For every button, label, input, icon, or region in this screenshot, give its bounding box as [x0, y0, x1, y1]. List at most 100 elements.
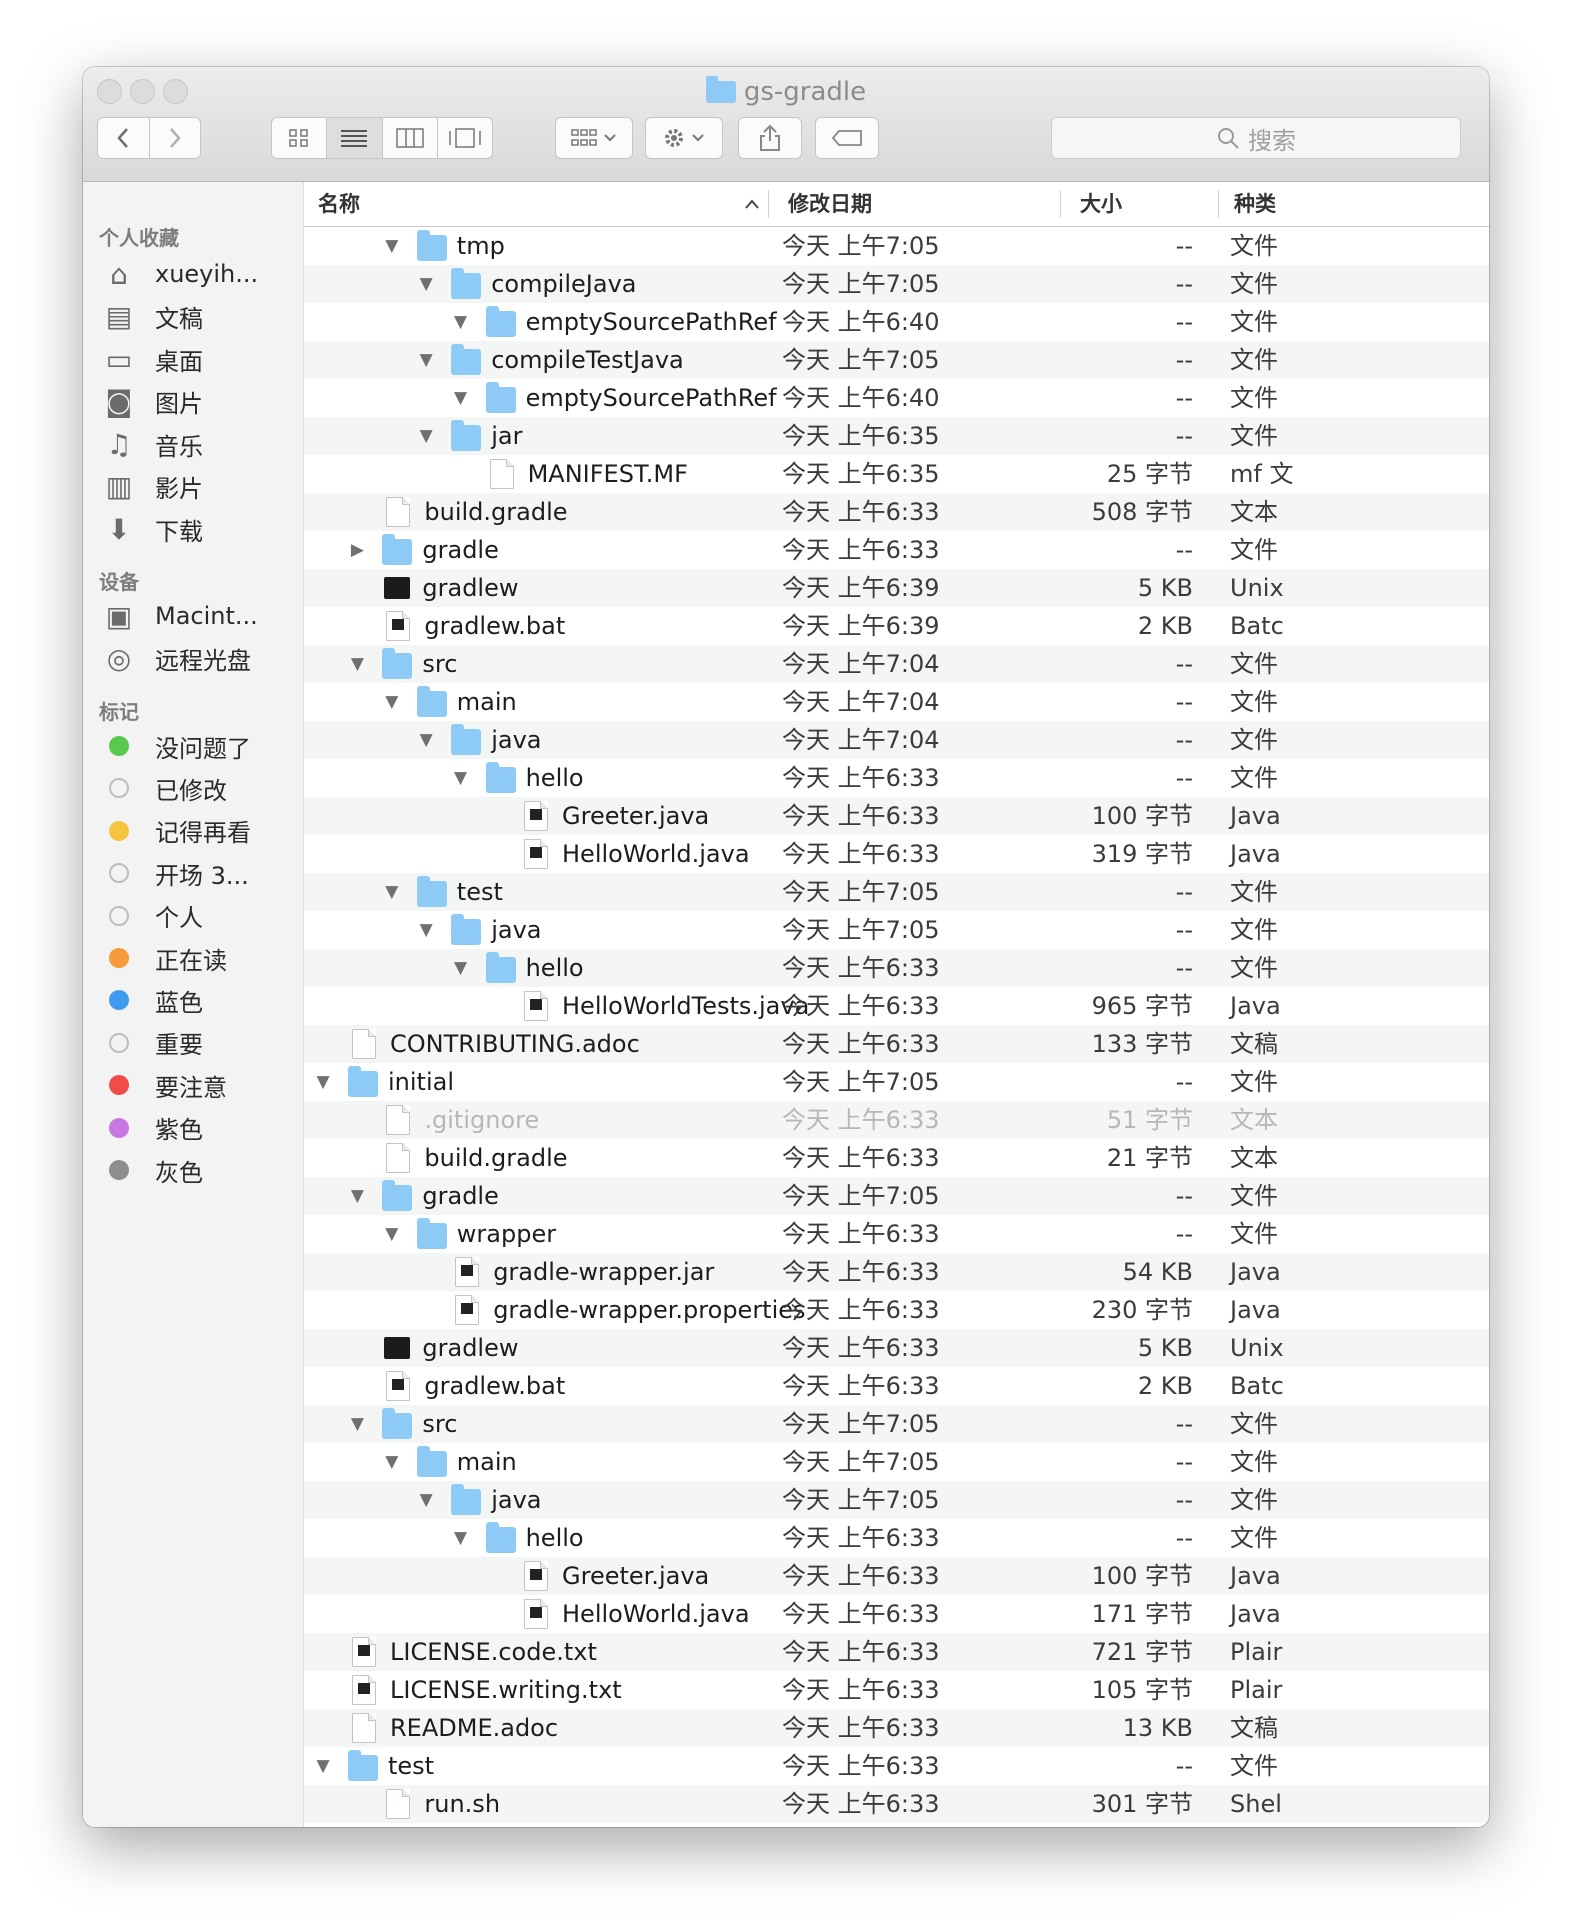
table-row[interactable]: ▼ test 今天 上午7:05 -- 文件 [304, 873, 1489, 911]
column-view-button[interactable] [383, 118, 438, 158]
sidebar-tag[interactable]: 要注意 [99, 1065, 227, 1105]
disclosure-open-icon[interactable]: ▼ [346, 1405, 368, 1443]
table-row[interactable]: ▼ hello 今天 上午6:33 -- 文件 [304, 949, 1489, 987]
disclosure-open-icon[interactable]: ▼ [312, 1747, 334, 1785]
disclosure-open-icon[interactable]: ▼ [312, 1063, 334, 1101]
gallery-view-button[interactable] [438, 118, 492, 158]
sidebar-tag[interactable]: 重要 [99, 1023, 203, 1063]
table-row[interactable]: ▼ emptySourcePathRef 今天 上午6:40 -- 文件 [304, 303, 1489, 341]
disclosure-open-icon[interactable]: ▼ [415, 341, 437, 379]
sidebar-item[interactable]: ⬇ 下载 [99, 509, 203, 549]
forward-button[interactable] [150, 118, 201, 158]
sidebar-tag[interactable]: 正在读 [99, 938, 227, 978]
disclosure-open-icon[interactable]: ▼ [415, 417, 437, 455]
table-row[interactable]: MANIFEST.MF 今天 上午6:35 25 字节 mf 文 [304, 455, 1489, 493]
table-row[interactable]: ▼ src 今天 上午7:05 -- 文件 [304, 1405, 1489, 1443]
table-row[interactable]: Greeter.java 今天 上午6:33 100 字节 Java [304, 1557, 1489, 1595]
action-button[interactable] [645, 117, 723, 159]
table-row[interactable]: gradlew 今天 上午6:33 5 KB Unix [304, 1329, 1489, 1367]
sidebar-tag[interactable]: 开场 3... [99, 853, 249, 893]
table-row[interactable]: ▼ compileTestJava 今天 上午7:05 -- 文件 [304, 341, 1489, 379]
disclosure-open-icon[interactable]: ▼ [450, 379, 472, 417]
disclosure-closed-icon[interactable]: ▶ [346, 531, 368, 569]
table-row[interactable]: run.sh 今天 上午6:33 301 字节 Shel [304, 1785, 1489, 1823]
table-row[interactable]: LICENSE.writing.txt 今天 上午6:33 105 字节 Plair [304, 1671, 1489, 1709]
table-row[interactable]: ▼ java 今天 上午7:05 -- 文件 [304, 911, 1489, 949]
tag-button[interactable] [815, 117, 879, 159]
table-row[interactable]: build.gradle 今天 上午6:33 21 字节 文本 [304, 1139, 1489, 1177]
column-name-header[interactable]: 名称 [318, 182, 360, 226]
table-row[interactable]: LICENSE.code.txt 今天 上午6:33 721 字节 Plair [304, 1633, 1489, 1671]
table-row[interactable]: HelloWorld.java 今天 上午6:33 171 字节 Java [304, 1595, 1489, 1633]
sidebar-item[interactable]: ♫ 音乐 [99, 424, 203, 464]
table-row[interactable]: ▼ initial 今天 上午7:05 -- 文件 [304, 1063, 1489, 1101]
disclosure-open-icon[interactable]: ▼ [415, 911, 437, 949]
column-kind-header[interactable]: 种类 [1234, 182, 1276, 226]
table-row[interactable]: gradlew.bat 今天 上午6:39 2 KB Batc [304, 607, 1489, 645]
table-row[interactable]: gradlew.bat 今天 上午6:33 2 KB Batc [304, 1367, 1489, 1405]
table-row[interactable]: ▼ tmp 今天 上午7:05 -- 文件 [304, 227, 1489, 265]
table-row[interactable]: README.adoc 今天 上午6:33 13 KB 文稿 [304, 1709, 1489, 1747]
back-button[interactable] [98, 118, 150, 158]
table-row[interactable]: gradle-wrapper.jar 今天 上午6:33 54 KB Java [304, 1253, 1489, 1291]
disclosure-open-icon[interactable]: ▼ [450, 1519, 472, 1557]
table-row[interactable]: ▼ wrapper 今天 上午6:33 -- 文件 [304, 1215, 1489, 1253]
table-row[interactable]: ▼ src 今天 上午7:04 -- 文件 [304, 645, 1489, 683]
sidebar-item[interactable]: ▣ Macint... [99, 596, 258, 636]
table-row[interactable]: ▼ java 今天 上午7:05 -- 文件 [304, 1481, 1489, 1519]
sidebar-tag[interactable]: 紫色 [99, 1108, 203, 1148]
disclosure-open-icon[interactable]: ▼ [346, 645, 368, 683]
table-row[interactable]: HelloWorldTests.java 今天 上午6:33 965 字节 Java [304, 987, 1489, 1025]
table-row[interactable]: .gitignore 今天 上午6:33 51 字节 文本 [304, 1101, 1489, 1139]
disclosure-open-icon[interactable]: ▼ [381, 1215, 403, 1253]
disclosure-open-icon[interactable]: ▼ [450, 303, 472, 341]
table-row[interactable]: ▼ emptySourcePathRef 今天 上午6:40 -- 文件 [304, 379, 1489, 417]
sidebar-item[interactable]: ◎ 远程光盘 [99, 639, 251, 679]
column-date-header[interactable]: 修改日期 [788, 182, 872, 226]
table-row[interactable]: gradle-wrapper.properties 今天 上午6:33 230 字节… [304, 1291, 1489, 1329]
sidebar-tag[interactable]: 记得再看 [99, 811, 251, 851]
disclosure-open-icon[interactable]: ▼ [381, 683, 403, 721]
table-row[interactable]: ▶ gradle 今天 上午6:33 -- 文件 [304, 531, 1489, 569]
table-row[interactable]: ▼ gradle 今天 上午7:05 -- 文件 [304, 1177, 1489, 1215]
search-field[interactable]: 搜索 [1051, 117, 1461, 159]
sidebar-item[interactable]: ▥ 影片 [99, 467, 203, 507]
disclosure-open-icon[interactable]: ▼ [381, 1443, 403, 1481]
sidebar-item[interactable]: ⌂ xueyih... [99, 254, 258, 294]
sidebar-tag[interactable]: 蓝色 [99, 980, 203, 1020]
sidebar-tag[interactable]: 已修改 [99, 768, 227, 808]
list-view-button[interactable] [327, 118, 383, 158]
disclosure-open-icon[interactable]: ▼ [381, 227, 403, 265]
sidebar-item[interactable]: ▭ 桌面 [99, 339, 203, 379]
table-row[interactable]: ▼ main 今天 上午7:04 -- 文件 [304, 683, 1489, 721]
sidebar-tag[interactable]: 灰色 [99, 1150, 203, 1190]
table-row[interactable]: HelloWorld.java 今天 上午6:33 319 字节 Java [304, 835, 1489, 873]
table-row[interactable]: Greeter.java 今天 上午6:33 100 字节 Java [304, 797, 1489, 835]
table-row[interactable]: ▼ hello 今天 上午6:33 -- 文件 [304, 759, 1489, 797]
sidebar-item[interactable]: ▤ 文稿 [99, 297, 203, 337]
sidebar-tag[interactable]: 个人 [99, 896, 203, 936]
disclosure-open-icon[interactable]: ▼ [450, 949, 472, 987]
table-row[interactable]: CONTRIBUTING.adoc 今天 上午6:33 133 字节 文稿 [304, 1025, 1489, 1063]
disclosure-open-icon[interactable]: ▼ [415, 721, 437, 759]
column-size-header[interactable]: 大小 [1080, 182, 1122, 226]
table-row[interactable]: gradlew 今天 上午6:39 5 KB Unix [304, 569, 1489, 607]
group-button[interactable] [555, 117, 633, 159]
table-row[interactable]: ▼ hello 今天 上午6:33 -- 文件 [304, 1519, 1489, 1557]
share-button[interactable] [738, 117, 802, 159]
disclosure-open-icon[interactable]: ▼ [415, 265, 437, 303]
disclosure-open-icon[interactable]: ▼ [346, 1177, 368, 1215]
disclosure-open-icon[interactable]: ▼ [415, 1481, 437, 1519]
table-row[interactable]: ▼ compileJava 今天 上午7:05 -- 文件 [304, 265, 1489, 303]
sidebar-tag[interactable]: 没问题了 [99, 726, 251, 766]
table-row[interactable]: ▼ jar 今天 上午6:35 -- 文件 [304, 417, 1489, 455]
icon-view-button[interactable] [272, 118, 328, 158]
disclosure-open-icon[interactable]: ▼ [450, 759, 472, 797]
sidebar-item[interactable]: ◙ 图片 [99, 382, 203, 422]
table-row[interactable]: build.gradle 今天 上午6:33 508 字节 文本 [304, 493, 1489, 531]
table-row[interactable]: ▼ java 今天 上午7:04 -- 文件 [304, 721, 1489, 759]
file-name: .gitignore [424, 1106, 540, 1134]
disclosure-open-icon[interactable]: ▼ [381, 873, 403, 911]
table-row[interactable]: ▼ main 今天 上午7:05 -- 文件 [304, 1443, 1489, 1481]
table-row[interactable]: ▼ test 今天 上午6:33 -- 文件 [304, 1747, 1489, 1785]
